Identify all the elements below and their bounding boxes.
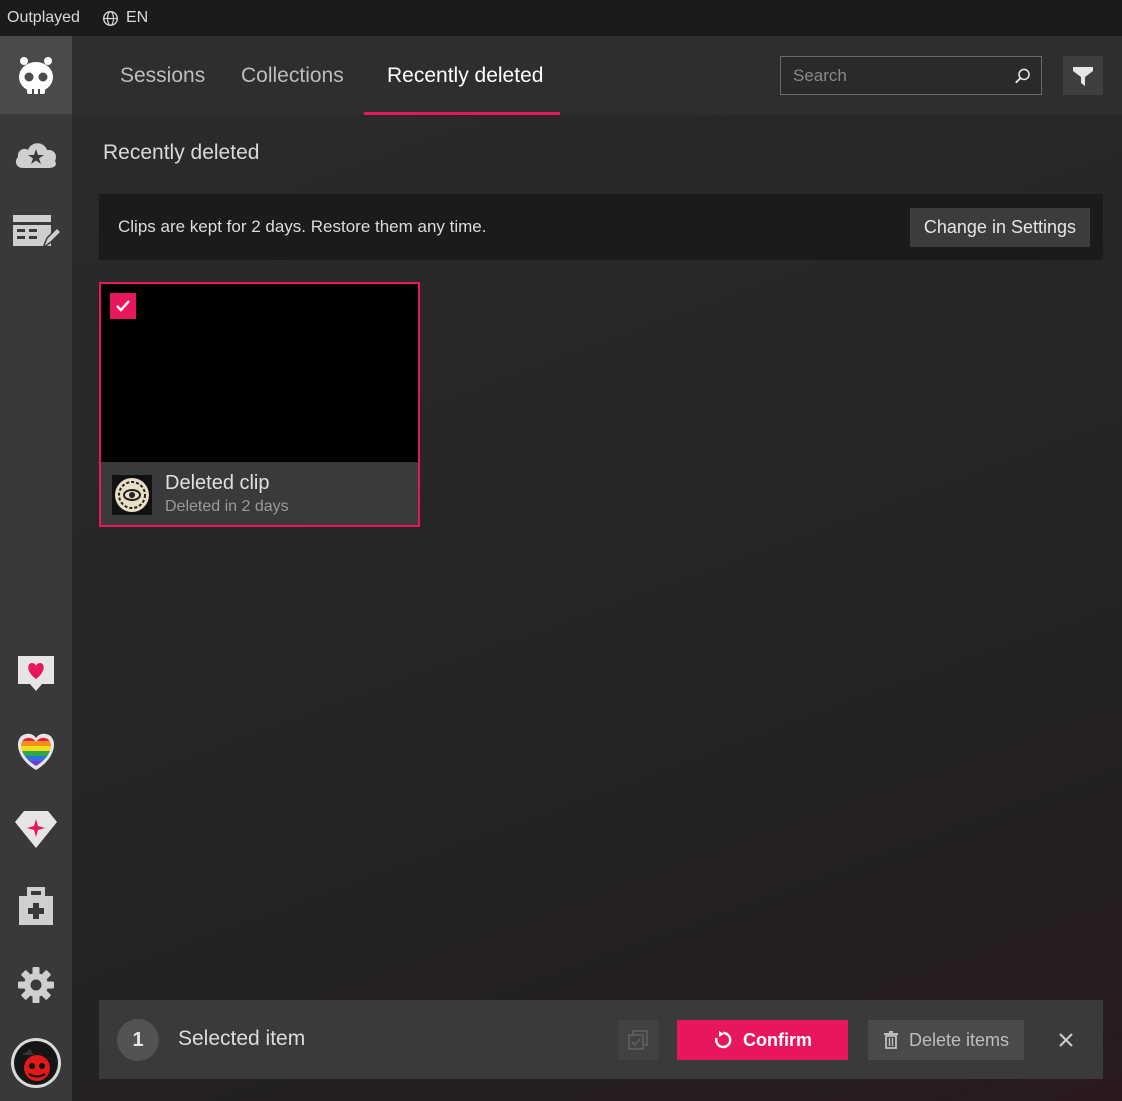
tabs-bar: Sessions Collections Recently deleted [72, 36, 1122, 115]
clapperboard-edit-icon [13, 215, 61, 250]
rainbow-heart-icon [17, 733, 55, 770]
confirm-label: Confirm [743, 1029, 812, 1050]
sidebar-item-cloud[interactable] [0, 114, 72, 192]
filter-icon [1073, 66, 1093, 86]
selected-count-badge: 1 [117, 1019, 159, 1061]
check-icon [116, 300, 130, 312]
game-icon [112, 475, 152, 515]
retention-info-text: Clips are kept for 2 days. Restore them … [118, 217, 487, 236]
globe-icon [102, 10, 118, 26]
app-name: Outplayed [7, 9, 80, 26]
sidebar-item-home[interactable] [0, 36, 72, 114]
select-all-icon [628, 1030, 648, 1050]
skull-icon [19, 57, 53, 94]
change-in-settings-button[interactable]: Change in Settings [909, 208, 1090, 247]
clip-title: Deleted clip [165, 472, 270, 494]
retention-info-bar: Clips are kept for 2 days. Restore them … [99, 194, 1103, 260]
search-box [780, 56, 1042, 95]
close-icon [1059, 1033, 1073, 1047]
close-selection-button[interactable] [1051, 1025, 1081, 1055]
clip-select-checkbox[interactable] [110, 293, 136, 319]
restore-icon [715, 1031, 732, 1049]
tab-collections[interactable]: Collections [241, 36, 344, 115]
tab-recently-deleted[interactable]: Recently deleted [387, 36, 543, 115]
main-area: Sessions Collections Recently deleted Re… [72, 36, 1122, 1101]
clip-info: Deleted clip Deleted in 2 days [101, 462, 418, 525]
page-title: Recently deleted [103, 141, 260, 164]
medkit-icon [19, 887, 53, 925]
clip-card[interactable]: Deleted clip Deleted in 2 days [99, 282, 420, 527]
sidebar-item-pride[interactable] [0, 712, 72, 790]
sidebar-item-settings[interactable] [0, 946, 72, 1024]
title-bar: Outplayed EN [0, 0, 1122, 36]
select-all-button[interactable] [618, 1020, 658, 1060]
sidebar [0, 36, 72, 1101]
clip-expiry: Deleted in 2 days [165, 498, 289, 515]
gear-icon [18, 967, 54, 1003]
filter-button[interactable] [1063, 56, 1103, 95]
delete-label: Delete items [908, 1029, 1010, 1050]
language-label: EN [125, 9, 149, 26]
active-tab-indicator [364, 112, 560, 115]
search-input[interactable] [781, 65, 1014, 86]
selection-action-bar: 1 Selected item Confirm Delete items [99, 1000, 1103, 1079]
selected-item-label: Selected item [178, 1027, 306, 1050]
sidebar-item-profile[interactable] [0, 1024, 72, 1101]
avatar [11, 1038, 61, 1088]
confirm-restore-button[interactable]: Confirm [677, 1020, 848, 1060]
tab-sessions[interactable]: Sessions [120, 36, 205, 115]
trash-icon [883, 1031, 898, 1049]
sidebar-item-premium[interactable] [0, 790, 72, 868]
sidebar-item-editor[interactable] [0, 192, 72, 270]
gem-icon [15, 811, 57, 848]
sidebar-item-toolbox[interactable] [0, 868, 72, 946]
sidebar-item-feedback[interactable] [0, 634, 72, 712]
cloud-star-icon [15, 143, 57, 168]
delete-items-button[interactable]: Delete items [868, 1020, 1024, 1060]
heart-chat-icon [18, 656, 54, 691]
language-selector[interactable]: EN [102, 9, 148, 27]
clip-thumbnail [101, 284, 418, 462]
search-icon[interactable] [1014, 65, 1031, 87]
